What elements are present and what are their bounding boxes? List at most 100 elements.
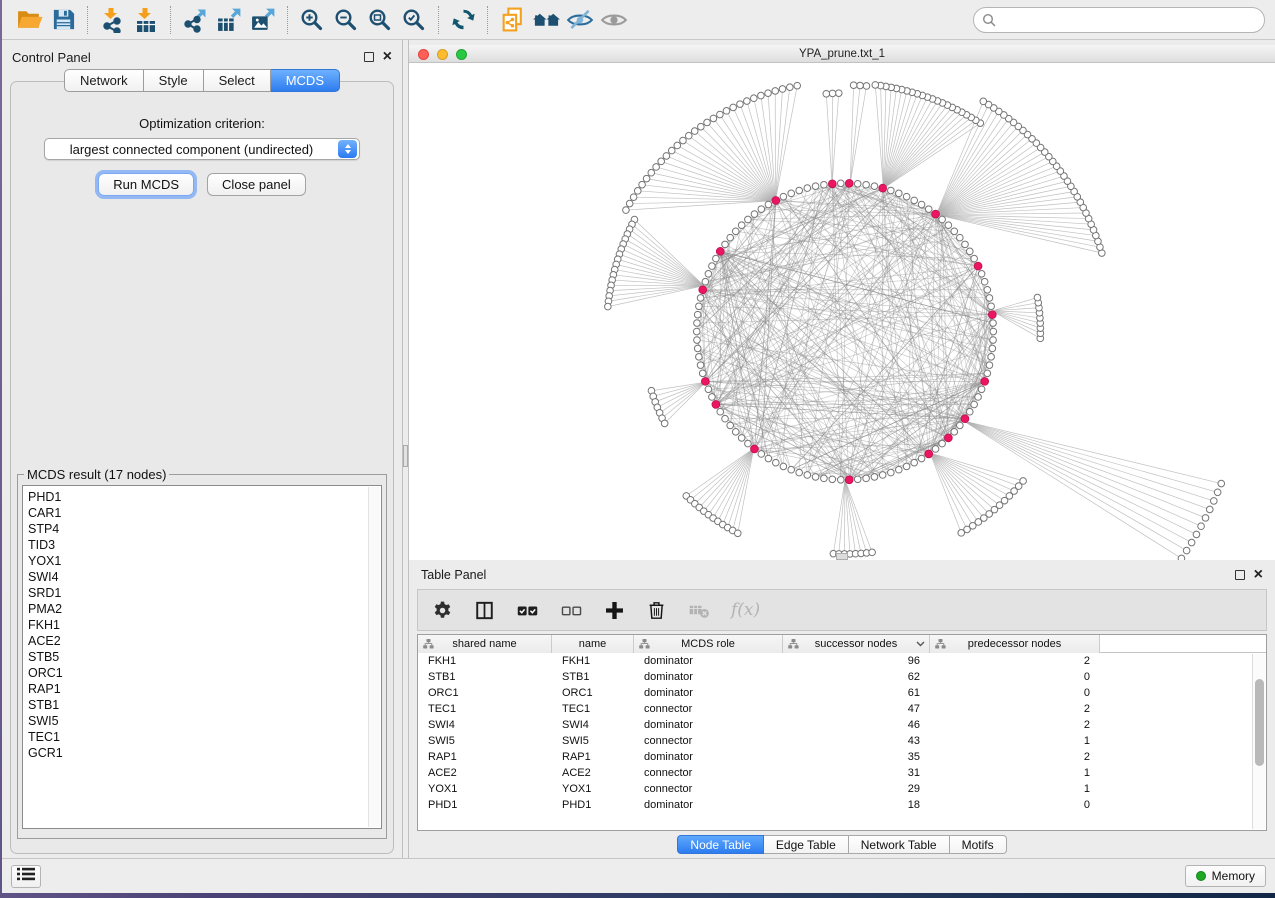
gear-icon[interactable]: [432, 600, 453, 621]
deselect-all-icon[interactable]: [560, 599, 583, 622]
network-node[interactable]: [653, 164, 660, 171]
network-node[interactable]: [918, 201, 925, 208]
network-canvas[interactable]: [409, 63, 1275, 560]
network-node[interactable]: [854, 180, 861, 187]
network-node[interactable]: [850, 82, 857, 89]
mcds-node[interactable]: [845, 476, 853, 484]
import-table-icon[interactable]: [129, 5, 163, 35]
panel-splitter[interactable]: [402, 40, 409, 858]
network-node[interactable]: [988, 354, 995, 361]
network-node[interactable]: [717, 408, 724, 415]
network-node[interactable]: [984, 370, 991, 377]
network-node[interactable]: [804, 472, 811, 479]
network-node[interactable]: [981, 278, 988, 285]
mcds-node[interactable]: [772, 196, 780, 204]
cell[interactable]: dominator: [634, 669, 783, 685]
cell[interactable]: dominator: [634, 749, 783, 765]
network-node[interactable]: [685, 132, 692, 139]
mcds-result-item[interactable]: SWI5: [28, 713, 367, 729]
network-node[interactable]: [732, 228, 739, 235]
refresh-icon[interactable]: [446, 5, 480, 35]
tab-network-table[interactable]: Network Table: [849, 835, 950, 854]
network-node[interactable]: [788, 466, 795, 473]
float-table-panel-icon[interactable]: [1235, 570, 1245, 580]
mcds-result-item[interactable]: STB1: [28, 697, 367, 713]
network-node[interactable]: [871, 183, 878, 190]
export-network-icon[interactable]: [178, 5, 212, 35]
table-scrollbar-thumb[interactable]: [1255, 679, 1264, 767]
cell[interactable]: connector: [634, 765, 783, 781]
network-node[interactable]: [744, 98, 751, 105]
node-table[interactable]: shared namenameMCDS rolesuccessor nodesp…: [417, 634, 1267, 831]
mcds-result-item[interactable]: TEC1: [28, 729, 367, 745]
network-node[interactable]: [986, 295, 993, 302]
zoom-in-icon[interactable]: [295, 5, 329, 35]
cell[interactable]: TEC1: [418, 701, 552, 717]
show-all-icon[interactable]: [597, 5, 631, 35]
open-session-icon[interactable]: [12, 5, 46, 35]
network-node[interactable]: [804, 185, 811, 192]
table-row[interactable]: YOX1YOX1connector291: [418, 781, 1266, 797]
network-node[interactable]: [772, 88, 779, 95]
cell[interactable]: 1: [930, 781, 1100, 797]
network-node[interactable]: [694, 311, 701, 318]
network-node[interactable]: [1198, 523, 1205, 530]
mcds-result-item[interactable]: STB5: [28, 649, 367, 665]
cell[interactable]: 61: [783, 685, 930, 701]
cell[interactable]: FKH1: [418, 653, 552, 669]
network-node[interactable]: [1218, 480, 1225, 487]
first-neighbors-icon[interactable]: [529, 5, 563, 35]
network-node[interactable]: [634, 188, 641, 195]
network-node[interactable]: [1202, 515, 1209, 522]
mcds-result-item[interactable]: ACE2: [28, 633, 367, 649]
network-node[interactable]: [765, 90, 772, 97]
close-table-panel-icon[interactable]: ×: [1254, 570, 1263, 580]
table-scrollbar[interactable]: [1252, 654, 1265, 829]
network-node[interactable]: [796, 187, 803, 194]
network-node[interactable]: [663, 153, 670, 160]
network-node[interactable]: [696, 303, 703, 310]
network-node[interactable]: [871, 474, 878, 481]
mcds-result-item[interactable]: RAP1: [28, 681, 367, 697]
cell[interactable]: 31: [783, 765, 930, 781]
mcds-node[interactable]: [751, 445, 759, 453]
network-node[interactable]: [863, 475, 870, 482]
cell[interactable]: 2: [930, 701, 1100, 717]
network-node[interactable]: [939, 440, 946, 447]
network-node[interactable]: [751, 211, 758, 218]
split-columns-icon[interactable]: [474, 600, 495, 621]
cell[interactable]: 29: [783, 781, 930, 797]
network-node[interactable]: [758, 451, 765, 458]
network-node[interactable]: [951, 228, 958, 235]
cell[interactable]: 1: [930, 733, 1100, 749]
network-node[interactable]: [1020, 478, 1027, 485]
hide-selected-icon[interactable]: [563, 5, 597, 35]
window-close-icon[interactable]: [418, 49, 429, 60]
mcds-result-item[interactable]: STP4: [28, 521, 367, 537]
network-node[interactable]: [668, 147, 675, 154]
network-node[interactable]: [605, 303, 612, 310]
network-node[interactable]: [779, 86, 786, 93]
network-node[interactable]: [989, 345, 996, 352]
network-node[interactable]: [1206, 506, 1213, 513]
network-node[interactable]: [738, 222, 745, 229]
cell[interactable]: 47: [783, 701, 930, 717]
network-node[interactable]: [780, 193, 787, 200]
network-node[interactable]: [722, 415, 729, 422]
zoom-selected-icon[interactable]: [397, 5, 431, 35]
network-node[interactable]: [643, 175, 650, 182]
cell[interactable]: connector: [634, 701, 783, 717]
tab-network[interactable]: Network: [64, 69, 144, 92]
network-node[interactable]: [945, 222, 952, 229]
network-node[interactable]: [925, 206, 932, 213]
mcds-node[interactable]: [988, 311, 996, 319]
network-node[interactable]: [745, 216, 752, 223]
network-node[interactable]: [694, 345, 701, 352]
network-node[interactable]: [727, 234, 734, 241]
network-node[interactable]: [705, 271, 712, 278]
network-node[interactable]: [694, 337, 701, 344]
network-node[interactable]: [990, 328, 997, 335]
cell[interactable]: 2: [930, 653, 1100, 669]
network-node[interactable]: [697, 295, 704, 302]
cell[interactable]: 96: [783, 653, 930, 669]
